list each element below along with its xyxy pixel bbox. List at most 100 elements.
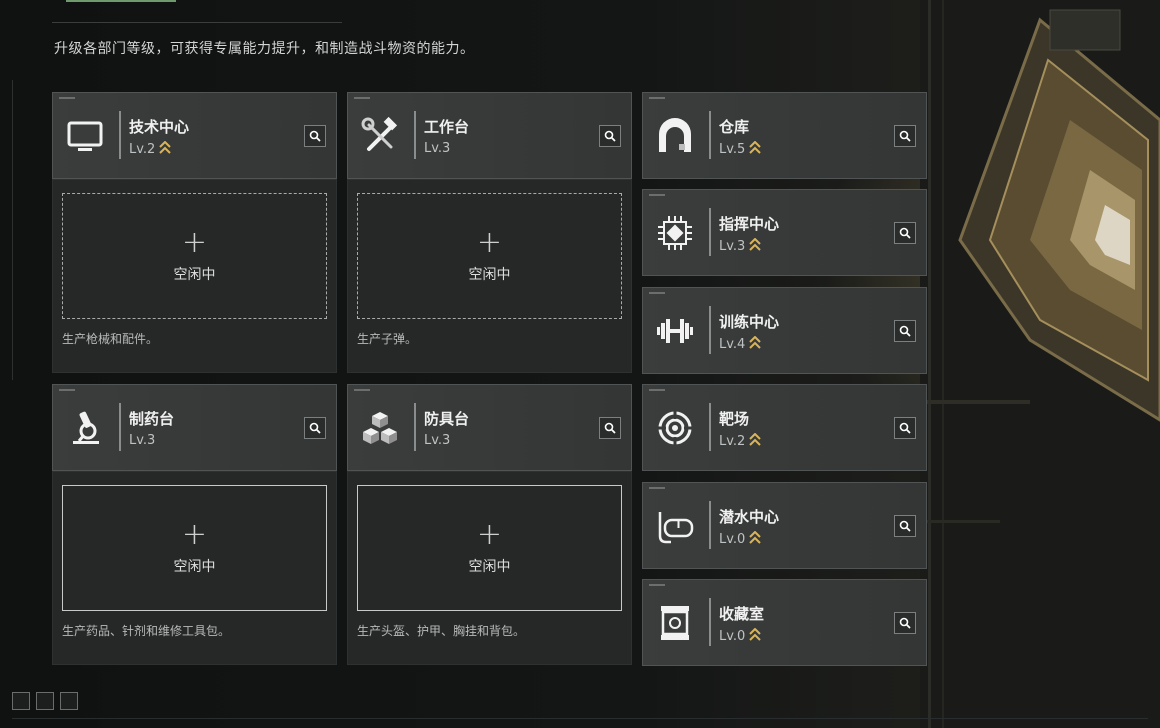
- bottom-toolbar: [12, 692, 78, 710]
- warehouse-icon: [653, 114, 697, 158]
- facility-card-shooting-range[interactable]: 靶场 Lv.2: [642, 384, 927, 471]
- upgrade-chevron-icon: [749, 432, 762, 450]
- search-icon: [309, 130, 321, 142]
- slot-status: 空闲中: [173, 267, 216, 283]
- target-icon: [653, 406, 697, 450]
- facility-name: 收藏室: [719, 605, 765, 623]
- toolbar-button[interactable]: [12, 692, 30, 710]
- plus-icon: +: [181, 225, 208, 260]
- search-icon: [604, 422, 616, 434]
- toolbar-button[interactable]: [60, 692, 78, 710]
- upgrade-chevron-icon: [749, 335, 762, 353]
- department-card-armor-bench[interactable]: 防具台 Lv.3: [347, 384, 632, 471]
- chip-icon: [653, 211, 697, 255]
- inspect-button[interactable]: [894, 222, 916, 244]
- upgrade-chevron-icon: [159, 140, 172, 158]
- production-panel-workbench: + 空闲中 生产子弹。: [347, 179, 632, 373]
- level-text: Lv.0: [719, 629, 746, 644]
- card-separator: [709, 111, 711, 159]
- inspect-button[interactable]: [599, 125, 621, 147]
- card-tag: [59, 389, 75, 391]
- inspect-button[interactable]: [894, 125, 916, 147]
- production-panel-tech-center: + 空闲中 生产枪械和配件。: [52, 179, 337, 373]
- card-separator: [119, 111, 121, 159]
- department-card-workbench[interactable]: 工作台 Lv.3: [347, 92, 632, 179]
- department-level: Lv.3: [424, 141, 450, 156]
- level-text: Lv.2: [129, 142, 156, 157]
- card-separator: [709, 403, 711, 451]
- facility-level: Lv.2: [719, 432, 762, 450]
- department-level: Lv.3: [129, 433, 155, 448]
- level-text: Lv.5: [719, 142, 746, 157]
- level-text: Lv.3: [129, 433, 156, 448]
- inspect-button[interactable]: [894, 515, 916, 537]
- level-text: Lv.3: [719, 239, 746, 254]
- department-name: 制药台: [129, 410, 175, 428]
- plus-icon: +: [476, 225, 503, 260]
- slot-status: 空闲中: [468, 267, 511, 283]
- inspect-button[interactable]: [304, 417, 326, 439]
- department-description: 生产药品、针剂和维修工具包。: [62, 624, 231, 638]
- inspect-button[interactable]: [894, 320, 916, 342]
- facility-card-diving-center[interactable]: 潜水中心 Lv.0: [642, 482, 927, 569]
- production-slot[interactable]: + 空闲中: [62, 193, 327, 319]
- level-text: Lv.3: [424, 433, 451, 448]
- card-tag: [649, 97, 665, 99]
- inspect-button[interactable]: [304, 125, 326, 147]
- facility-card-training-center[interactable]: 训练中心 Lv.4: [642, 287, 927, 374]
- card-tag: [649, 487, 665, 489]
- toolbar-button[interactable]: [36, 692, 54, 710]
- inspect-button[interactable]: [599, 417, 621, 439]
- card-tag: [649, 292, 665, 294]
- department-description: 生产枪械和配件。: [62, 332, 159, 346]
- card-separator: [709, 208, 711, 256]
- background-vault-art: [920, 0, 1160, 728]
- facility-level: Lv.3: [719, 237, 762, 255]
- dumbbell-icon: [653, 309, 697, 353]
- search-icon: [899, 130, 911, 142]
- card-tag: [354, 97, 370, 99]
- monitor-icon: [63, 114, 107, 158]
- upgrade-chevron-icon: [749, 627, 762, 645]
- facility-name: 指挥中心: [719, 215, 780, 233]
- department-name: 技术中心: [129, 118, 190, 136]
- page-intro: 升级各部门等级，可获得专属能力提升，和制造战斗物资的能力。: [54, 41, 475, 57]
- department-level: Lv.2: [129, 140, 172, 158]
- department-name: 防具台: [424, 410, 470, 428]
- card-separator: [414, 403, 416, 451]
- card-tag: [649, 389, 665, 391]
- production-slot[interactable]: + 空闲中: [62, 485, 327, 611]
- department-card-pharmacy[interactable]: 制药台 Lv.3: [52, 384, 337, 471]
- card-separator: [709, 501, 711, 549]
- inspect-button[interactable]: [894, 417, 916, 439]
- department-card-tech-center[interactable]: 技术中心 Lv.2: [52, 92, 337, 179]
- facility-name: 训练中心: [719, 313, 780, 331]
- production-slot[interactable]: + 空闲中: [357, 485, 622, 611]
- search-icon: [899, 227, 911, 239]
- hammer-wrench-icon: [358, 114, 402, 158]
- facility-card-command-center[interactable]: 指挥中心 Lv.3: [642, 189, 927, 276]
- production-panel-armor-bench: + 空闲中 生产头盔、护甲、胸挂和背包。: [347, 471, 632, 665]
- card-tag: [59, 97, 75, 99]
- search-icon: [899, 422, 911, 434]
- production-slot[interactable]: + 空闲中: [357, 193, 622, 319]
- department-level: Lv.3: [424, 433, 450, 448]
- plus-icon: +: [476, 517, 503, 552]
- facility-level: Lv.4: [719, 335, 762, 353]
- slot-status: 空闲中: [173, 559, 216, 575]
- card-separator: [119, 403, 121, 451]
- upgrade-chevron-icon: [749, 530, 762, 548]
- card-separator: [709, 306, 711, 354]
- card-separator: [709, 598, 711, 646]
- facility-card-warehouse[interactable]: 仓库 Lv.5: [642, 92, 927, 179]
- level-text: Lv.3: [424, 141, 451, 156]
- search-icon: [899, 520, 911, 532]
- display-case-icon: [653, 601, 697, 645]
- upgrade-chevron-icon: [749, 140, 762, 158]
- diving-mask-icon: [653, 504, 697, 548]
- search-icon: [309, 422, 321, 434]
- inspect-button[interactable]: [894, 612, 916, 634]
- card-tag: [354, 389, 370, 391]
- facility-name: 靶场: [719, 410, 750, 428]
- facility-card-collection-room[interactable]: 收藏室 Lv.0: [642, 579, 927, 666]
